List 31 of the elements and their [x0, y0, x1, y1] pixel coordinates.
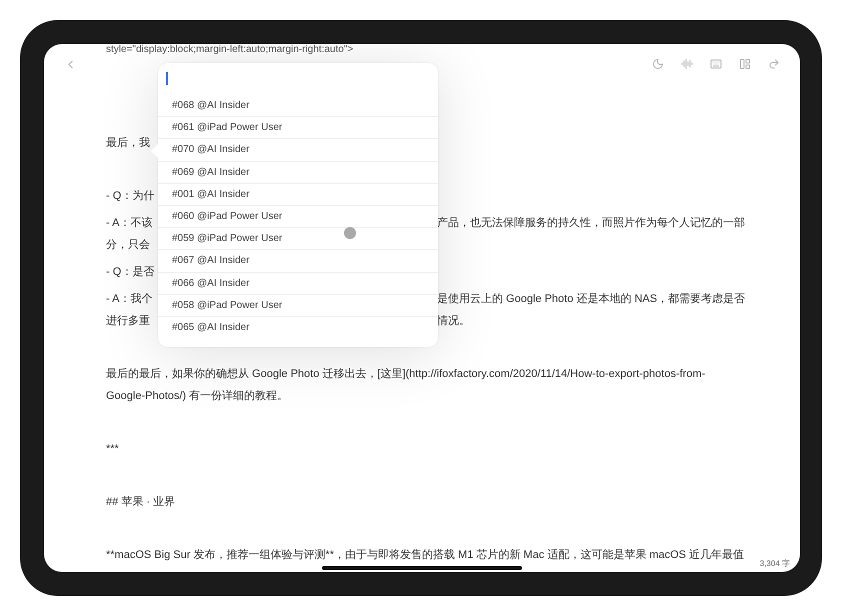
waveform-icon[interactable]	[681, 58, 693, 70]
text-line: - Q：为什	[106, 190, 154, 202]
redo-icon[interactable]	[768, 58, 780, 70]
text-line: Google-Photos/) 有一份详细的教程。	[106, 390, 288, 402]
mention-item[interactable]: #068 @AI Insider	[158, 94, 438, 116]
text-line: 产品，也无法保障服务的持久性，而照片作为每个人记忆的一部	[437, 216, 745, 230]
text-line: 进行多重	[106, 315, 150, 327]
text-line: ***	[106, 443, 119, 455]
text-line: 分，只会	[106, 239, 150, 251]
mention-item[interactable]: #067 @AI Insider	[158, 249, 438, 272]
mention-item[interactable]: #070 @AI Insider	[158, 138, 438, 161]
text-line: - A：我个	[106, 293, 152, 305]
mention-item[interactable]: #058 @iPad Power User	[158, 294, 438, 316]
text-line: 最后，我	[106, 137, 150, 149]
mention-item[interactable]: #066 @AI Insider	[158, 272, 438, 294]
mention-item[interactable]: #061 @iPad Power User	[158, 116, 438, 138]
mention-item[interactable]: #060 @iPad Power User	[158, 204, 438, 228]
text-line: - Q：是否	[106, 266, 154, 278]
mention-item[interactable]: #001 @AI Insider	[158, 182, 438, 205]
layout-icon[interactable]	[739, 58, 751, 70]
text-line: **macOS Big Sur 发布，推荐一组体验与评测**，由于与即将发售的搭载 M1 芯片的新 Mac 适配，这可能是苹果 macOS 近几年最值	[106, 549, 744, 561]
moon-icon[interactable]	[652, 58, 664, 70]
text-line: 是使用云上的 Google Photo 还是本地的 NAS，都需要考虑是否	[437, 292, 746, 306]
mention-item[interactable]: #069 @AI Insider	[158, 160, 438, 183]
text-line: - A：不该	[106, 217, 152, 229]
keyboard-icon[interactable]	[710, 58, 722, 70]
text-line: 最后的最后，如果你的确想从 Google Photo 迁移出去，[这里](http://ifoxfactory.com/2020/11/14/How-to-export-photos-from-	[106, 368, 706, 380]
text-line: style="display:block;margin-left:auto;margin-right:auto">	[105, 44, 354, 56]
mention-item[interactable]: #065 @AI Insider	[158, 316, 438, 338]
word-count: 3,304 字	[760, 558, 790, 569]
text-line: ## 苹果 · 业界	[106, 496, 176, 508]
